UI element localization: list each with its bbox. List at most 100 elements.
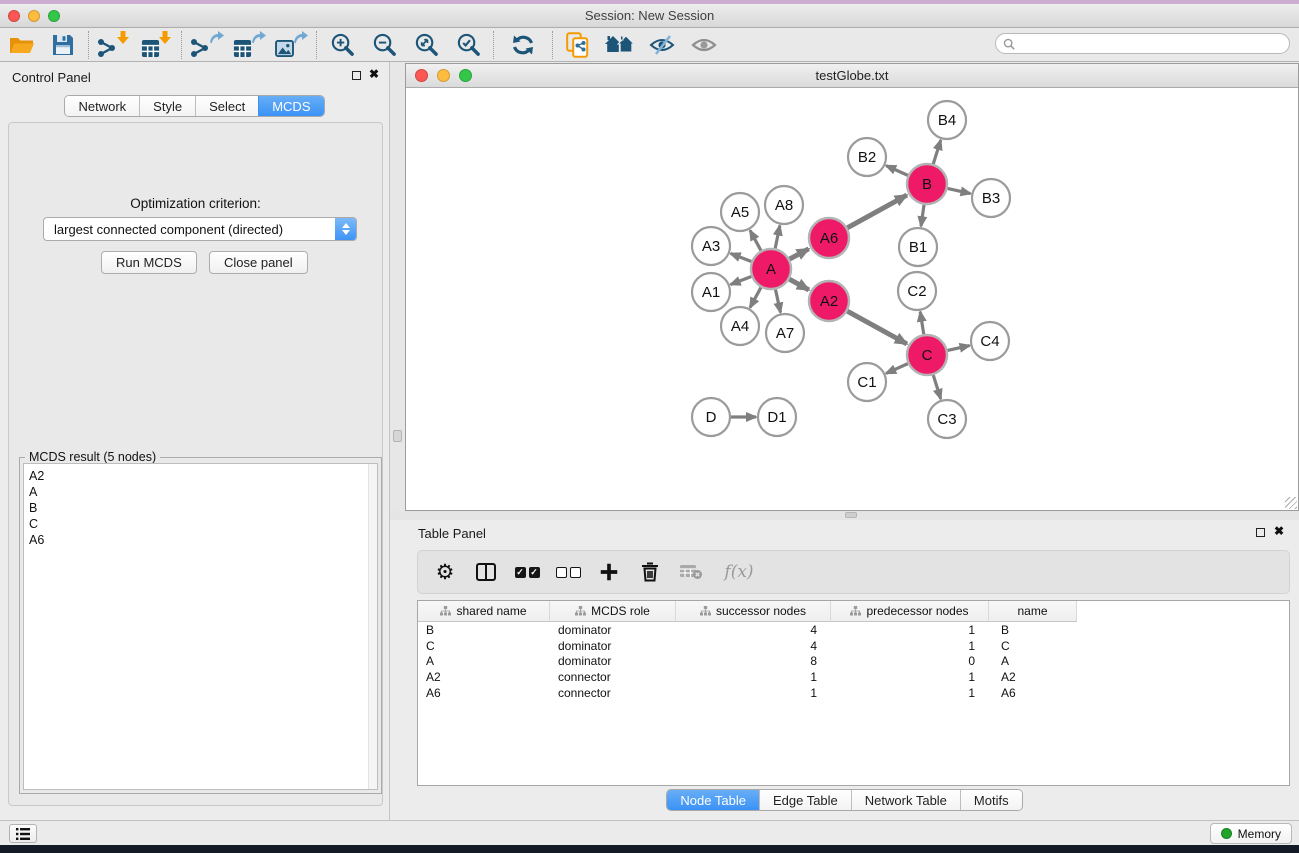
horizontal-splitter-handle[interactable] — [845, 512, 857, 518]
export-table-icon[interactable] — [228, 30, 270, 60]
zoom-selected-icon[interactable] — [447, 30, 489, 60]
tab-style[interactable]: Style — [139, 96, 195, 116]
run-mcds-button[interactable]: Run MCDS — [101, 251, 197, 274]
save-session-icon[interactable] — [42, 30, 84, 60]
graph-edge-A-A1[interactable] — [731, 277, 752, 285]
graph-node-D1[interactable]: D1 — [758, 398, 796, 436]
zoom-in-icon[interactable] — [321, 30, 363, 60]
graph-edge-B-B4[interactable] — [933, 140, 940, 164]
show-all-icon[interactable] — [683, 30, 725, 60]
graph-edge-A-A8[interactable] — [775, 226, 780, 249]
tab-network[interactable]: Network — [65, 96, 139, 116]
graph-edge-C-C2[interactable] — [920, 312, 924, 335]
close-panel-icon[interactable]: ✖ — [369, 67, 379, 81]
network-canvas[interactable]: B4B2BB3B1A5A8A6A3AA1A2A4A7C2C4CC1C3DD1 — [406, 89, 1298, 510]
tab-node-table[interactable]: Node Table — [667, 790, 759, 810]
table-cell[interactable]: dominator — [550, 623, 676, 637]
table-cell[interactable]: 1 — [676, 686, 831, 700]
graph-node-A1[interactable]: A1 — [692, 273, 730, 311]
table-cell[interactable]: 0 — [831, 654, 989, 668]
graph-edge-A-A4[interactable] — [750, 287, 761, 307]
table-cell[interactable]: A2 — [989, 670, 1077, 684]
table-cell[interactable]: connector — [550, 670, 676, 684]
graph-node-D[interactable]: D — [692, 398, 730, 436]
tab-select[interactable]: Select — [195, 96, 258, 116]
graph-node-B1[interactable]: B1 — [899, 228, 937, 266]
table-row[interactable]: Bdominator41B — [418, 622, 1289, 638]
table-cell[interactable]: 4 — [676, 623, 831, 637]
table-cell[interactable]: C — [989, 639, 1077, 653]
graph-node-B4[interactable]: B4 — [928, 101, 966, 139]
function-builder-icon[interactable]: f(x) — [719, 559, 759, 585]
table-cell[interactable]: B — [989, 623, 1077, 637]
deselect-all-icon[interactable] — [555, 559, 581, 585]
delete-table-icon[interactable] — [678, 559, 704, 585]
vertical-splitter-handle[interactable] — [393, 430, 402, 442]
graph-node-C4[interactable]: C4 — [971, 322, 1009, 360]
search-box[interactable] — [995, 33, 1290, 54]
horizontal-splitter[interactable] — [390, 511, 1299, 520]
table-row[interactable]: A2connector11A2 — [418, 669, 1289, 685]
mcds-result-item[interactable]: B — [24, 500, 377, 516]
import-table-icon[interactable] — [135, 30, 177, 60]
tab-motifs[interactable]: Motifs — [960, 790, 1022, 810]
float-panel-icon[interactable] — [352, 71, 361, 80]
zoom-out-icon[interactable] — [363, 30, 405, 60]
table-settings-icon[interactable]: ⚙ — [432, 559, 458, 585]
table-cell[interactable]: B — [418, 623, 550, 637]
export-network-icon[interactable] — [186, 30, 228, 60]
table-cell[interactable]: 1 — [831, 686, 989, 700]
table-row[interactable]: A6connector11A6 — [418, 685, 1289, 701]
graph-edge-A-A3[interactable] — [731, 254, 752, 262]
graph-node-A[interactable]: A — [751, 249, 791, 289]
graph-node-C3[interactable]: C3 — [928, 400, 966, 438]
close-panel-button[interactable]: Close panel — [209, 251, 308, 274]
table-cell[interactable]: dominator — [550, 639, 676, 653]
graph-node-A2[interactable]: A2 — [809, 281, 849, 321]
graph-edge-B-B2[interactable] — [886, 166, 908, 176]
zoom-fit-icon[interactable] — [405, 30, 447, 60]
mcds-result-item[interactable]: A2 — [24, 468, 377, 484]
graph-node-A3[interactable]: A3 — [692, 227, 730, 265]
graph-edge-C-C1[interactable] — [886, 364, 908, 374]
table-cell[interactable]: 8 — [676, 654, 831, 668]
graph-node-B[interactable]: B — [907, 164, 947, 204]
mcds-result-list[interactable]: A2ABCA6 — [23, 463, 378, 790]
graph-node-A8[interactable]: A8 — [765, 186, 803, 224]
list-scrollbar[interactable] — [368, 464, 377, 789]
tab-mcds[interactable]: MCDS — [258, 96, 323, 116]
table-row[interactable]: Adominator80A — [418, 654, 1289, 670]
graph-edge-A2-C[interactable] — [847, 311, 906, 344]
graph-edge-A-A6[interactable] — [790, 249, 809, 259]
table-cell[interactable]: dominator — [550, 654, 676, 668]
mcds-result-item[interactable]: A6 — [24, 532, 377, 548]
float-table-panel-icon[interactable] — [1256, 528, 1265, 537]
graph-node-C2[interactable]: C2 — [898, 272, 936, 310]
hide-selected-icon[interactable] — [641, 30, 683, 60]
table-cell[interactable]: A6 — [989, 686, 1077, 700]
column-header-shared-name[interactable]: shared name — [418, 601, 550, 622]
graph-node-C1[interactable]: C1 — [848, 363, 886, 401]
graph-node-B2[interactable]: B2 — [848, 138, 886, 176]
delete-column-icon[interactable] — [637, 559, 663, 585]
export-image-icon[interactable] — [270, 30, 312, 60]
graph-edge-C-C4[interactable] — [947, 346, 969, 351]
graph-node-A5[interactable]: A5 — [721, 193, 759, 231]
refresh-icon[interactable] — [498, 30, 548, 60]
select-all-icon[interactable]: ✓✓ — [514, 559, 540, 585]
graph-node-A6[interactable]: A6 — [809, 218, 849, 258]
table-cell[interactable]: A2 — [418, 670, 550, 684]
table-cell[interactable]: 1 — [831, 639, 989, 653]
mcds-result-item[interactable]: C — [24, 516, 377, 532]
mcds-result-item[interactable]: A — [24, 484, 377, 500]
tab-edge-table[interactable]: Edge Table — [759, 790, 851, 810]
open-session-icon[interactable] — [0, 30, 42, 60]
graph-edge-A-A5[interactable] — [750, 230, 761, 250]
home-icon[interactable] — [599, 30, 641, 60]
table-cell[interactable]: 1 — [831, 623, 989, 637]
table-cell[interactable]: 1 — [831, 670, 989, 684]
graph-edge-B-B1[interactable] — [921, 205, 924, 226]
column-header-predecessor-nodes[interactable]: predecessor nodes — [831, 601, 989, 622]
graph-edge-A6-B[interactable] — [847, 195, 906, 228]
graph-edge-A-A7[interactable] — [775, 290, 780, 313]
